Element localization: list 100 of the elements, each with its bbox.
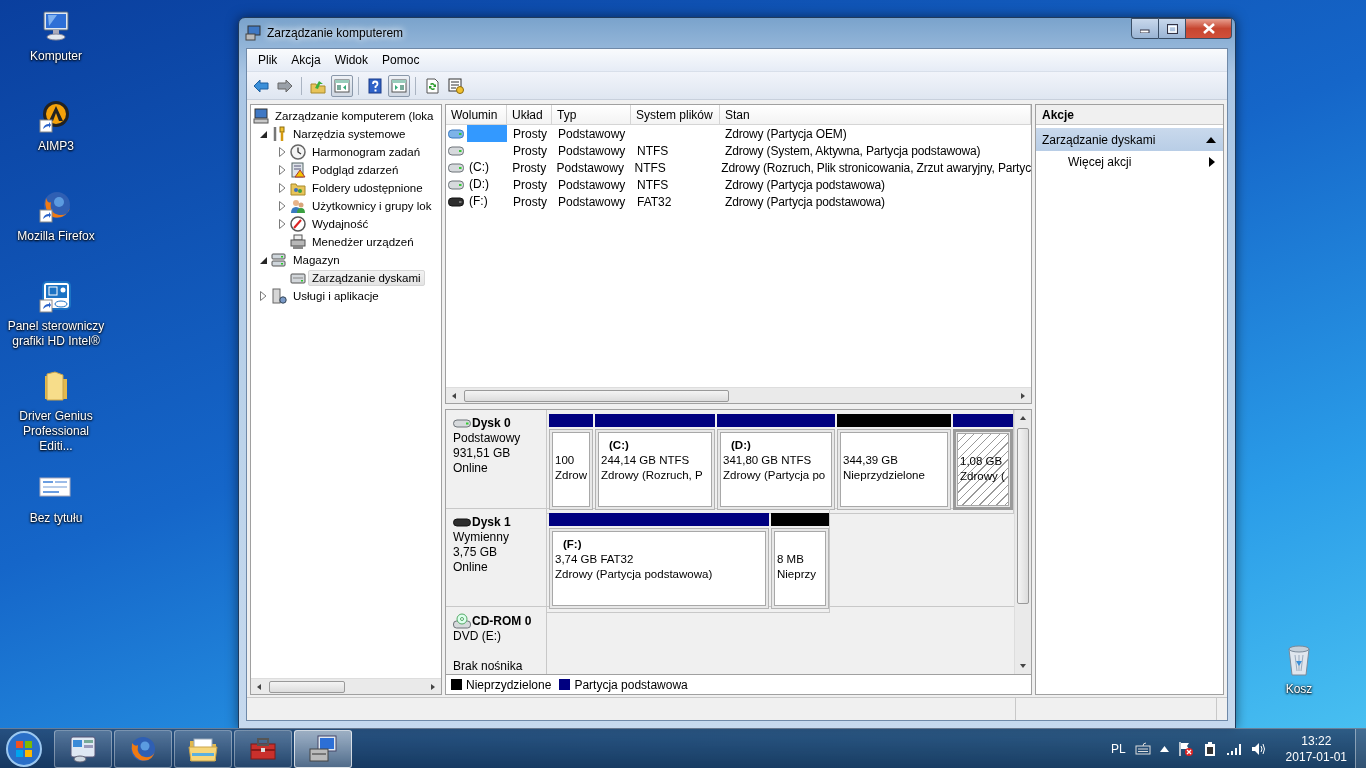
tree-item[interactable]: Foldery udostępnione <box>308 180 427 196</box>
scroll-thumb[interactable] <box>464 389 730 402</box>
menu-item[interactable]: Plik <box>251 50 285 70</box>
column-header[interactable]: Typ <box>552 105 631 125</box>
back-arrow-icon <box>253 77 269 94</box>
expand-arrow-icon[interactable] <box>278 201 286 211</box>
scroll-thumb[interactable] <box>1017 428 1029 604</box>
table-cell-text: Prosty <box>511 160 548 175</box>
globe-icon[interactable] <box>39 190 73 224</box>
caret-up-icon[interactable] <box>1206 136 1216 143</box>
menu-item[interactable]: Akcja <box>284 50 328 70</box>
table-cell-text: Prosty <box>512 126 548 141</box>
taskbar-button[interactable] <box>54 729 112 768</box>
partition-status: Zdrowy (Partycja po <box>723 468 827 483</box>
expand-arrow-icon[interactable] <box>278 147 286 157</box>
section-header[interactable]: Zarządzanie dyskami <box>1036 128 1223 151</box>
disk-info: 3,75 GB <box>453 545 499 560</box>
flag-icon[interactable] <box>1177 740 1194 757</box>
horizontal-scrollbar[interactable] <box>251 678 441 694</box>
tree-item[interactable]: Usługi i aplikacje <box>289 288 383 304</box>
partition-status: Zdrowy (Rozruch, P <box>601 468 704 483</box>
tree-item[interactable]: Podgląd zdarzeń <box>308 162 403 178</box>
icon-label[interactable]: Panel sterowniczy grafiki HD Intel® <box>6 319 106 349</box>
column-header[interactable]: Układ <box>507 105 552 125</box>
battery-icon[interactable] <box>1202 740 1217 757</box>
vertical-scrollbar[interactable] <box>1014 410 1031 674</box>
disk-info: Brak nośnika <box>453 659 524 674</box>
partition-box[interactable]: 8 MB Nieprzy <box>771 528 829 609</box>
column-header[interactable]: Stan <box>720 105 1031 125</box>
partition-box[interactable]: 1,08 GB Zdrowy ( <box>953 429 1013 510</box>
icon-label[interactable]: Driver Genius Professional Editi... <box>6 409 106 454</box>
table-cell-text: Zdrowy (Partycja podstawowa) <box>724 177 885 192</box>
caret-right-icon[interactable] <box>1209 157 1215 167</box>
show-desktop-button[interactable] <box>1355 729 1366 768</box>
partition-box[interactable]: 344,39 GB Nieprzydzielone <box>837 429 951 510</box>
icon-label[interactable]: Bez tytułu <box>29 511 83 526</box>
tree-item[interactable]: Użytkownicy i grupy lok <box>308 198 436 214</box>
menu-item[interactable]: Pomoc <box>375 50 427 70</box>
partition-box[interactable]: (D:) 341,80 GB NTFS Zdrowy (Partycja po <box>717 429 835 510</box>
icon-label[interactable]: AIMP3 <box>38 139 74 154</box>
tree-item[interactable]: Zarządzanie dyskami <box>308 270 425 286</box>
pane-title: Akcje <box>1036 105 1223 125</box>
column-header[interactable]: Wolumin <box>446 105 507 125</box>
shared-folder-icon <box>290 180 306 196</box>
clock-date[interactable]: 2017-01-01 <box>1285 748 1347 765</box>
table-cell-text: Prosty <box>512 194 548 209</box>
collapse-arrow-icon[interactable] <box>258 255 268 265</box>
icon-label[interactable]: Komputer <box>30 49 82 64</box>
taskbar-button[interactable] <box>294 729 352 768</box>
disk-info: Wymienny <box>453 530 510 545</box>
refresh-icon <box>424 77 440 94</box>
tree-item[interactable]: Harmonogram zadań <box>308 144 425 160</box>
close-icon <box>1202 23 1215 34</box>
expand-arrow-icon[interactable] <box>278 219 286 229</box>
computer-icon <box>253 108 269 124</box>
icon-label[interactable]: Mozilla Firefox <box>17 229 95 244</box>
minimize-button[interactable] <box>1131 18 1159 39</box>
collapse-arrow-icon[interactable] <box>258 129 268 139</box>
signal-icon[interactable] <box>1225 741 1242 756</box>
drive-icon <box>448 145 464 156</box>
partition-box[interactable]: (C:) 244,14 GB NTFS Zdrowy (Rozruch, P <box>595 429 715 510</box>
drive-icon <box>448 128 464 139</box>
tree-item[interactable]: Menedżer urządzeń <box>308 234 418 250</box>
taskbar-button[interactable] <box>174 729 232 768</box>
legend-label: Nieprzydzielone <box>466 677 552 692</box>
removable-drive-icon <box>453 517 471 528</box>
partition-box[interactable]: (F:) 3,74 GB FAT32 Zdrowy (Partycja podstawowa) <box>549 528 769 609</box>
tree-item[interactable]: Narzędzia systemowe <box>289 126 410 142</box>
table-cell-text: NTFS <box>636 143 670 158</box>
devices-icon <box>290 234 306 250</box>
close-button[interactable] <box>1186 18 1232 39</box>
expand-arrow-icon[interactable] <box>278 165 286 175</box>
tree-item[interactable]: Wydajność <box>308 216 373 232</box>
column-header[interactable]: System plików <box>631 105 720 125</box>
tools-icon <box>271 126 287 142</box>
expand-arrow-icon[interactable] <box>278 183 286 193</box>
action-link[interactable]: Więcej akcji <box>1068 155 1132 169</box>
caret-up-icon[interactable] <box>1159 745 1169 752</box>
tree-item[interactable]: Zarządzanie komputerem (loka <box>271 108 438 124</box>
horizontal-scrollbar[interactable] <box>446 387 1031 403</box>
partition-box[interactable]: 100 Zdrow <box>549 429 593 510</box>
partition-size: 8 MB <box>777 552 805 567</box>
partition-status: Nieprzy <box>777 567 817 582</box>
expand-arrow-icon[interactable] <box>259 291 267 301</box>
keyboard-icon[interactable] <box>1134 741 1151 756</box>
cd-drive-icon <box>453 613 471 629</box>
table-cell-text: FAT32 <box>636 194 673 209</box>
partition-size: 344,39 GB <box>843 453 899 468</box>
disk-info: DVD (E:) <box>453 629 502 644</box>
menu-item[interactable]: Widok <box>327 50 376 70</box>
language-indicator[interactable]: PL <box>1110 741 1126 756</box>
panel-icon[interactable] <box>39 280 73 314</box>
drive-icon <box>448 162 464 173</box>
partition-status: Zdrowy (Partycja podstawowa) <box>555 567 714 582</box>
storage-icon <box>271 252 287 268</box>
clock-time[interactable]: 13:22 <box>1301 732 1332 749</box>
maximize-button[interactable] <box>1159 18 1186 39</box>
scroll-thumb[interactable] <box>269 680 345 693</box>
tree-item[interactable]: Magazyn <box>289 252 344 268</box>
partition-size: 1,08 GB <box>960 454 1004 469</box>
